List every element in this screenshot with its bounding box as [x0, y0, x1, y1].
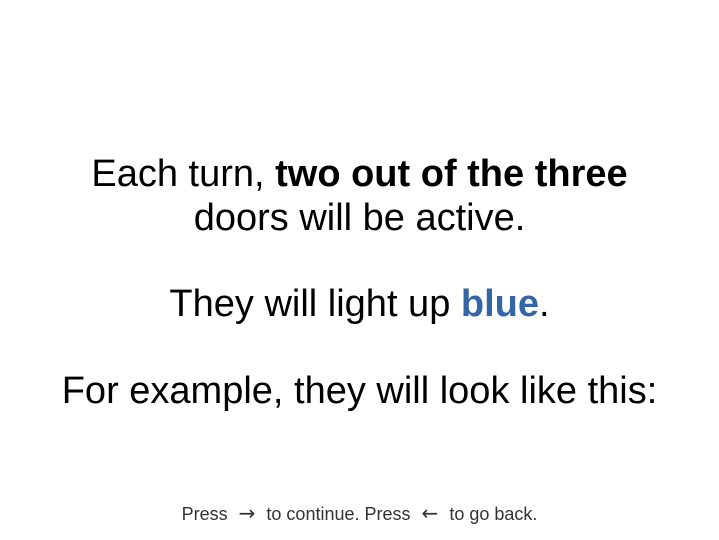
- footer-back-label: to go back.: [449, 504, 538, 524]
- instruction-line1-prefix: Each turn,: [91, 153, 276, 195]
- footer-press-label: Press: [181, 504, 228, 524]
- instruction-paragraph-light-blue: They will light up blue.: [0, 282, 719, 326]
- instruction-para3: For example, they will look like this:: [61, 370, 658, 412]
- left-arrow-icon: ←: [421, 501, 439, 525]
- instruction-line2: doors will be active.: [193, 197, 526, 239]
- instruction-para2-suffix: .: [539, 283, 550, 325]
- instruction-paragraph-active-doors: Each turn, two out of the three doors wi…: [0, 152, 719, 240]
- footer-continue-label: to continue. Press: [266, 504, 411, 524]
- right-arrow-icon: →: [238, 501, 256, 525]
- instruction-para2-prefix: They will light up: [169, 283, 461, 325]
- instruction-paragraph-example: For example, they will look like this:: [0, 369, 719, 413]
- navigation-footer: Press → to continue. Press ← to go back.: [0, 500, 719, 527]
- instruction-text: Each turn, two out of the three doors wi…: [0, 152, 719, 413]
- instruction-highlight-blue: blue: [460, 283, 540, 325]
- instruction-line1-bold: two out of the three: [275, 153, 628, 195]
